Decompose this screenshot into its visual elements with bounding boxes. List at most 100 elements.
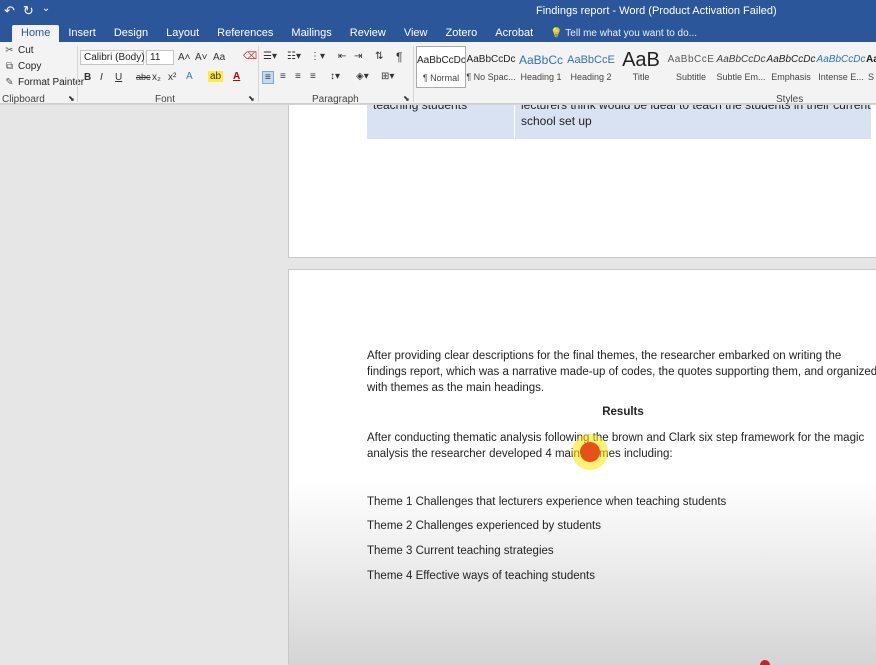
format-painter-button[interactable]: ✎ Format Painter bbox=[4, 77, 84, 88]
tab-home[interactable]: Home bbox=[12, 25, 60, 42]
scissors-icon: ✂ bbox=[5, 45, 14, 56]
style-label: Heading 2 bbox=[570, 72, 612, 82]
tab-insert[interactable]: Insert bbox=[59, 25, 105, 42]
theme-line[interactable]: Theme 1 Challenges that lecturers experi… bbox=[367, 496, 726, 508]
ribbon: ✂ Cut ⧉ Copy ✎ Format Painter Clipboard … bbox=[0, 42, 876, 105]
paragraph-launcher-icon[interactable]: ⬊ bbox=[403, 94, 410, 103]
style-preview: AaBbCcDc bbox=[716, 54, 766, 65]
style-preview: AaBbCcDc bbox=[466, 54, 516, 65]
style-label: ¶ No Spac... bbox=[466, 72, 516, 82]
justify-icon[interactable]: ≡ bbox=[310, 71, 316, 82]
bold-button[interactable]: B bbox=[84, 72, 91, 83]
customize-qat-icon[interactable]: ⌄ bbox=[42, 3, 50, 19]
font-color-icon[interactable]: A bbox=[233, 71, 240, 82]
multilevel-list-icon[interactable]: ⋮▾ bbox=[310, 51, 325, 62]
theme-line[interactable]: Theme 2 Challenges experienced by studen… bbox=[367, 520, 601, 532]
divider bbox=[77, 46, 78, 102]
tab-zotero[interactable]: Zotero bbox=[437, 25, 487, 42]
style-preview: AaBbCcDc bbox=[417, 55, 465, 66]
theme-line[interactable]: Theme 4 Effective ways of teaching stude… bbox=[367, 570, 595, 582]
undo-icon[interactable]: ↶ bbox=[4, 3, 15, 19]
paragraph-findings-intro[interactable]: After providing clear descriptions for t… bbox=[367, 348, 876, 396]
underline-button[interactable]: U bbox=[115, 72, 122, 83]
grow-font-button[interactable]: A˄ bbox=[178, 52, 191, 63]
sort-icon[interactable]: ⇅ bbox=[375, 51, 383, 62]
style-no-spacing[interactable]: AaBbCcDc ¶ No Spac... bbox=[466, 46, 516, 88]
text-effects-icon[interactable]: A bbox=[186, 71, 193, 82]
page-previous: teaching students lecturers think would … bbox=[288, 105, 876, 258]
style-title[interactable]: AaB Title bbox=[616, 46, 666, 88]
cell-text: lecturers think would be ideal to teach … bbox=[521, 105, 871, 112]
style-normal[interactable]: AaBbCcDc ¶ Normal bbox=[416, 46, 466, 88]
style-preview: AaBbCc bbox=[518, 53, 564, 67]
style-preview: AaBbCcDc bbox=[766, 54, 816, 65]
font-size-value: 11 bbox=[150, 52, 161, 63]
table-cell[interactable]: lecturers think would be ideal to teach … bbox=[515, 105, 871, 139]
show-formatting-button[interactable]: ¶ bbox=[396, 50, 402, 64]
style-subtle-emphasis[interactable]: AaBbCcDc Subtle Em... bbox=[716, 46, 766, 88]
cell-text: school set up bbox=[521, 114, 592, 128]
style-intense-emphasis[interactable]: AaBbCcDc Intense E... bbox=[816, 46, 866, 88]
paintbrush-icon: ✎ bbox=[5, 77, 14, 88]
clear-formatting-icon[interactable]: ⌫ bbox=[243, 51, 257, 62]
align-center-icon[interactable]: ≡ bbox=[280, 71, 286, 82]
tab-mailings[interactable]: Mailings bbox=[282, 25, 340, 42]
style-preview: AaB bbox=[622, 49, 660, 71]
align-left-icon[interactable]: ≡ bbox=[262, 71, 274, 84]
superscript-button[interactable]: x² bbox=[168, 72, 176, 83]
font-launcher-icon[interactable]: ⬊ bbox=[248, 94, 255, 103]
tab-layout[interactable]: Layout bbox=[157, 25, 208, 42]
font-family-value: Calibri (Body) bbox=[84, 52, 145, 63]
paragraph-results[interactable]: After conducting thematic analysis follo… bbox=[367, 430, 876, 462]
style-preview: AaBbCcE bbox=[567, 54, 615, 66]
style-heading-2[interactable]: AaBbCcE Heading 2 bbox=[566, 46, 616, 88]
redo-icon[interactable]: ↻ bbox=[23, 3, 34, 19]
copy-label: Copy bbox=[18, 61, 42, 72]
bullets-icon[interactable]: ☰▾ bbox=[263, 51, 277, 62]
cut-button[interactable]: ✂ Cut bbox=[4, 45, 33, 56]
style-preview: Aa bbox=[866, 54, 876, 65]
style-label: Intense E... bbox=[818, 72, 864, 82]
tab-references[interactable]: References bbox=[208, 25, 282, 42]
results-heading[interactable]: Results bbox=[367, 406, 876, 418]
increase-indent-icon[interactable]: ⇥ bbox=[354, 51, 362, 62]
font-group-label: Font bbox=[155, 94, 176, 105]
quick-access-toolbar: ↶ ↻ ⌄ bbox=[4, 3, 50, 19]
borders-icon[interactable]: ⊞▾ bbox=[381, 71, 394, 82]
tab-acrobat[interactable]: Acrobat bbox=[486, 25, 542, 42]
align-right-icon[interactable]: ≡ bbox=[295, 71, 301, 82]
format-painter-label: Format Painter bbox=[18, 77, 85, 88]
strikethrough-button[interactable]: abc bbox=[136, 72, 151, 82]
document-canvas[interactable]: teaching students lecturers think would … bbox=[0, 105, 876, 665]
style-subtitle[interactable]: AaBbCcE Subtitle bbox=[666, 46, 716, 88]
tell-me-search[interactable]: 💡 Tell me what you want to do... bbox=[542, 26, 705, 42]
tab-review[interactable]: Review bbox=[341, 25, 395, 42]
style-label: Subtitle bbox=[675, 72, 707, 82]
table-cell[interactable]: teaching students bbox=[367, 105, 515, 139]
lightbulb-icon: 💡 bbox=[550, 28, 563, 39]
copy-button[interactable]: ⧉ Copy bbox=[4, 61, 41, 72]
style-emphasis[interactable]: AaBbCcDc Emphasis bbox=[766, 46, 816, 88]
style-strong[interactable]: Aa S bbox=[866, 46, 876, 88]
style-heading-1[interactable]: AaBbCc Heading 1 bbox=[516, 46, 566, 88]
tab-view[interactable]: View bbox=[395, 25, 437, 42]
italic-button[interactable]: I bbox=[100, 72, 103, 83]
change-case-button[interactable]: Aa bbox=[213, 52, 225, 63]
shrink-font-button[interactable]: A˅ bbox=[195, 52, 208, 63]
highlight-color-icon[interactable]: ab bbox=[208, 71, 224, 82]
copy-icon: ⧉ bbox=[5, 61, 14, 72]
style-label: Emphasis bbox=[771, 72, 811, 82]
numbering-icon[interactable]: ☷▾ bbox=[287, 51, 301, 62]
decrease-indent-icon[interactable]: ⇤ bbox=[338, 51, 346, 62]
font-family-select[interactable]: Calibri (Body) bbox=[80, 50, 145, 65]
subscript-button[interactable]: x₂ bbox=[152, 72, 161, 83]
style-label: Subtle Em... bbox=[716, 72, 766, 82]
line-spacing-icon[interactable]: ↕▾ bbox=[330, 71, 340, 82]
font-size-select[interactable]: 11 bbox=[146, 50, 174, 65]
tell-me-text: Tell me what you want to do... bbox=[565, 28, 698, 39]
clipboard-launcher-icon[interactable]: ⬊ bbox=[68, 94, 75, 103]
tab-design[interactable]: Design bbox=[105, 25, 157, 42]
shading-icon[interactable]: ◈▾ bbox=[356, 71, 369, 82]
theme-line[interactable]: Theme 3 Current teaching strategies bbox=[367, 545, 554, 557]
ribbon-tabs: Home Insert Design Layout References Mai… bbox=[0, 24, 876, 42]
